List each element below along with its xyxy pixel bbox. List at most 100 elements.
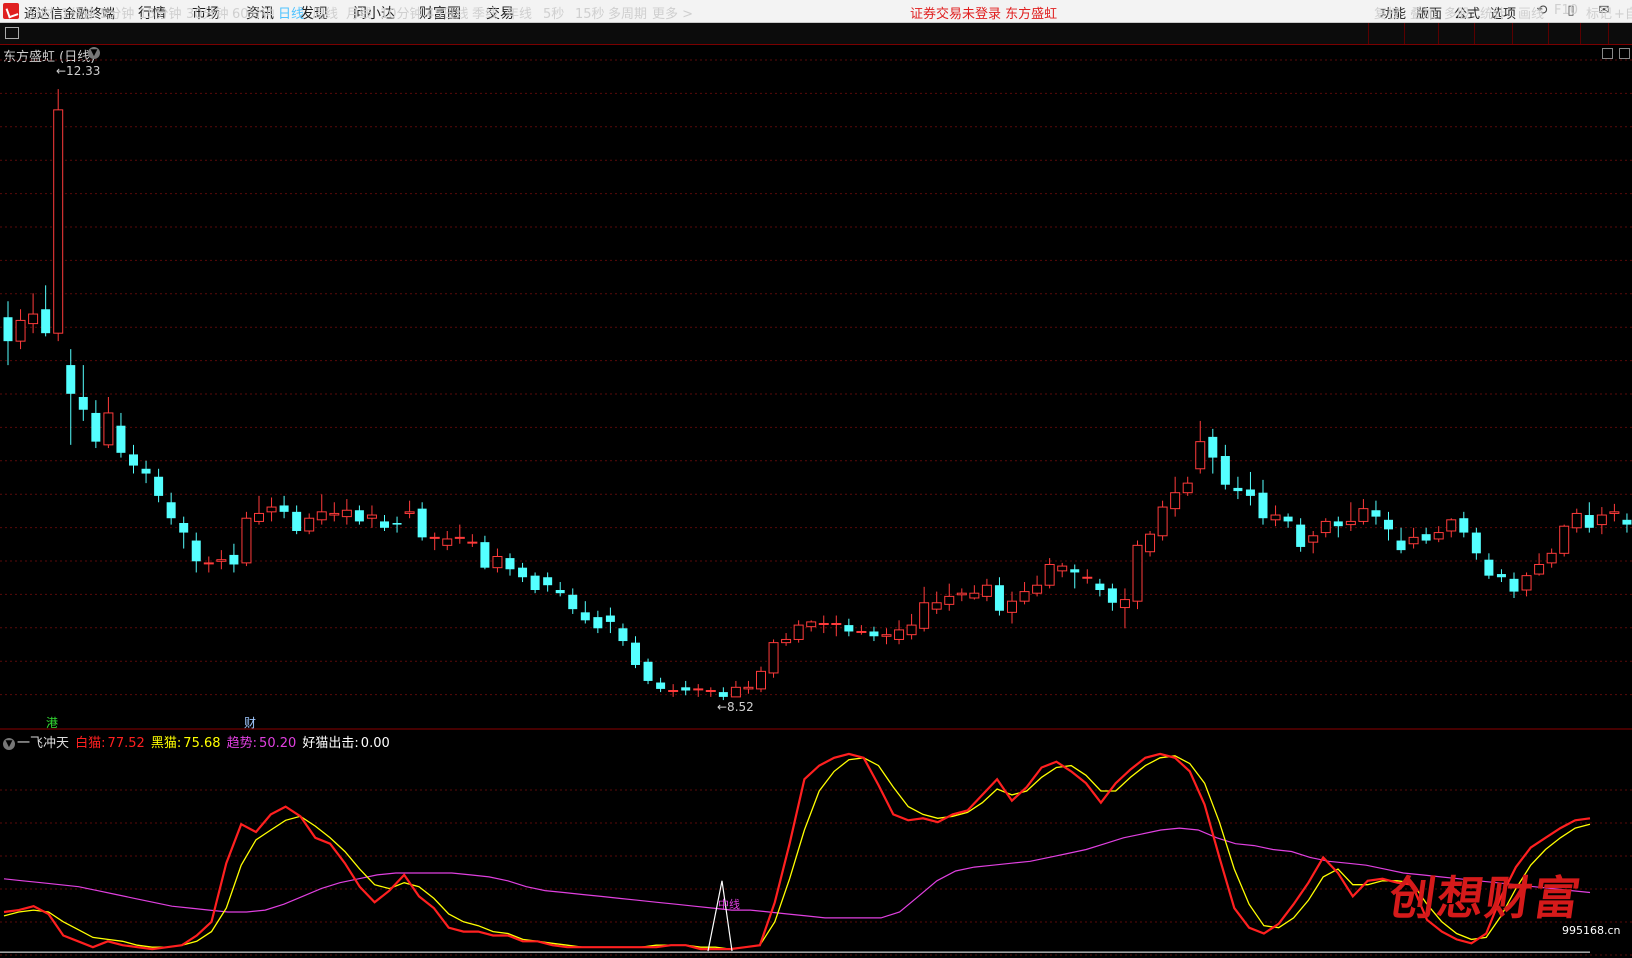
candle-body-down — [116, 425, 126, 453]
candle-body-up — [216, 559, 227, 562]
candle-body-up — [831, 623, 842, 626]
candle-body-up — [956, 592, 967, 596]
candle-body-down — [191, 540, 201, 562]
candle-body-down — [1622, 519, 1632, 525]
candle-body-down — [994, 585, 1004, 611]
series-value-qushi: 50.20 — [259, 736, 297, 751]
candle-body-up — [1007, 600, 1017, 613]
candle-body-up — [1358, 508, 1369, 522]
candle-body-down — [392, 523, 402, 525]
candle-body-down — [78, 396, 88, 410]
candle-body-up — [1019, 591, 1030, 602]
candle-body-up — [1433, 532, 1444, 540]
series-label-haomao: 好猫出击: — [302, 736, 359, 751]
indicator-header: ▼ 一飞冲天 白猫: 77.52 黑猫: 75.68 趋势: 50.20 好猫出击: 0.… — [3, 732, 392, 751]
candle-body-down — [166, 502, 176, 519]
series-line-白猫 — [3, 752, 1591, 951]
candle-body-down — [869, 631, 879, 637]
series-line-趋势 — [3, 827, 1591, 919]
series-value-heimao: 75.68 — [183, 736, 221, 751]
candle-body-up — [756, 670, 766, 690]
candle-body-down — [505, 558, 515, 570]
candle-body-down — [480, 542, 490, 568]
candle-body-down — [229, 554, 239, 565]
candle-body-up — [203, 562, 214, 565]
candle-body-down — [154, 476, 164, 496]
candle-body-up — [781, 638, 792, 644]
candle-body-down — [91, 412, 101, 442]
candle-body-up — [919, 602, 930, 629]
candle-body-down — [656, 682, 666, 689]
candle-body-down — [1471, 532, 1481, 554]
min-price-label: ←8.52 — [717, 700, 754, 714]
candle-body-up — [28, 313, 39, 325]
candle-body-down — [1095, 583, 1105, 591]
candle-body-up — [743, 686, 754, 690]
candle-body-up — [1345, 520, 1356, 526]
candle-body-down — [1258, 492, 1268, 519]
tag-gang[interactable]: 港 — [46, 714, 58, 731]
candle-body-down — [1384, 519, 1393, 530]
candle-body-up — [1270, 514, 1281, 521]
candle-body-up — [705, 690, 716, 693]
candle-body-down — [568, 594, 578, 610]
candle-body-up — [1559, 525, 1570, 554]
candle-body-up — [442, 538, 453, 546]
candle-body-up — [881, 634, 892, 637]
candle-body-down — [605, 615, 615, 622]
candle-body-up — [1534, 563, 1545, 575]
candle-body-up — [1032, 584, 1043, 594]
candle-body-down — [279, 505, 289, 512]
candle-body-down — [1396, 540, 1406, 551]
series-label-qushi: 趋势: — [226, 736, 258, 751]
candle-body-down — [1484, 559, 1494, 576]
candle-body-down — [1421, 534, 1431, 541]
chart-canvas: 中线 — [0, 59, 1632, 956]
candle-body-up — [429, 536, 440, 539]
candle-body-up — [981, 584, 992, 597]
candle-body-up — [404, 511, 415, 514]
candle-body-up — [1170, 492, 1181, 510]
candle-body-up — [1308, 535, 1319, 543]
signal-label: 中线 — [718, 897, 740, 911]
indicator-name[interactable]: 一飞冲天 — [17, 736, 69, 751]
candle-body-down — [580, 612, 590, 621]
candle-body-down — [1283, 516, 1293, 522]
candle-body-up — [768, 642, 779, 674]
candle-body-down — [1245, 489, 1255, 496]
candle-body-down — [1208, 436, 1218, 458]
candle-body-down — [380, 521, 389, 528]
signal-spike — [707, 880, 733, 952]
tag-cai[interactable]: 财 — [244, 714, 256, 731]
watermark-logo: 创想财富 — [1385, 871, 1586, 925]
candle-body-down — [417, 508, 427, 538]
series-label-baimao: 白猫: — [75, 736, 106, 751]
candle-body-up — [1408, 536, 1419, 545]
candle-body-up — [1571, 512, 1582, 529]
candle-body-down — [844, 625, 854, 632]
candle-body-up — [341, 509, 352, 518]
chevron-down-icon[interactable]: ▼ — [3, 738, 15, 750]
candle-body-down — [179, 523, 189, 533]
candle-body-up — [806, 621, 817, 628]
candle-body-down — [129, 454, 138, 466]
candle-body-down — [1070, 569, 1080, 573]
candle-body-up — [492, 556, 503, 569]
candle-body-up — [53, 109, 64, 334]
candle-body-down — [718, 692, 728, 697]
series-value-haomao: 0.00 — [360, 736, 390, 751]
candle-body-down — [518, 567, 528, 578]
candle-body-up — [944, 595, 955, 605]
candle-body-down — [681, 687, 691, 691]
candle-body-down — [41, 309, 51, 334]
candle-body-up — [103, 412, 114, 446]
candle-body-down — [1333, 521, 1343, 527]
candle-body-up — [894, 629, 905, 640]
candle-body-up — [1082, 576, 1093, 579]
candle-body-up — [1057, 565, 1068, 572]
candle-body-down — [3, 317, 13, 342]
candle-body-up — [329, 512, 340, 516]
candle-body-down — [530, 575, 540, 591]
candle-body-up — [1157, 506, 1168, 537]
candle-body-down — [1371, 510, 1381, 517]
